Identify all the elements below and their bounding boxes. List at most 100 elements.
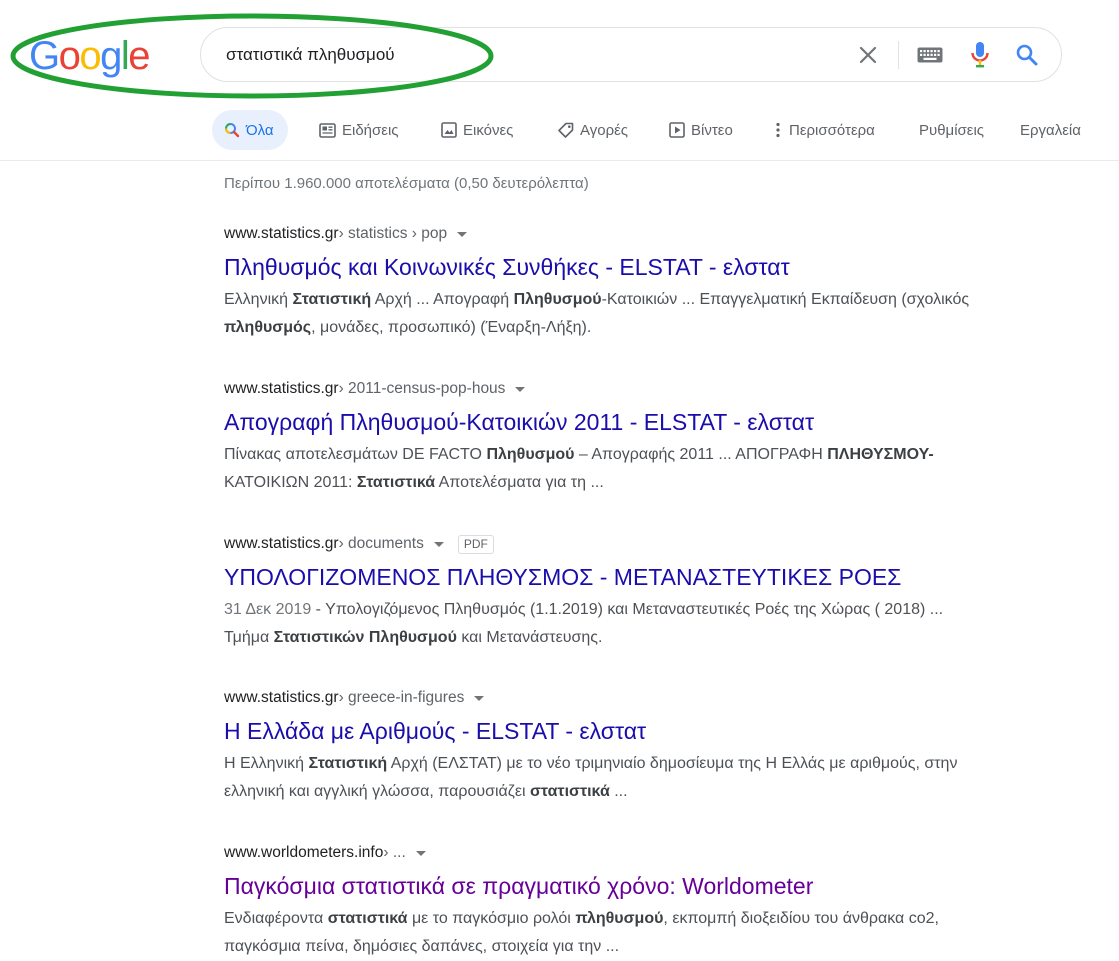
result-domain: www.worldometers.info xyxy=(224,844,384,861)
search-tabs: Όλα Ειδήσεις Εικόνες Αγορές Βίντεο Περισ… xyxy=(212,110,1112,150)
result-domain: www.statistics.gr xyxy=(224,689,339,706)
snippet-bold: πληθυσμού xyxy=(575,910,664,927)
result-domain: www.statistics.gr xyxy=(224,225,339,242)
newspaper-icon xyxy=(319,122,336,138)
result-snippet: 31 Δεκ 2019 - Υπολογιζόμενος Πληθυσμός (… xyxy=(224,596,984,652)
result-path: › 2011-census-pop-hous xyxy=(338,380,506,397)
tab-all[interactable]: Όλα xyxy=(212,110,288,150)
chevron-down-icon[interactable] xyxy=(474,695,485,701)
result-domain: www.statistics.gr xyxy=(224,535,339,552)
result-title[interactable]: Πληθυσμός και Κοινωνικές Συνθήκες - ELST… xyxy=(224,252,984,282)
more-vert-icon xyxy=(776,122,780,138)
snippet-bold: ΠΛΗΘΥΣΜΟΥ- xyxy=(827,446,934,463)
result-title[interactable]: Απογραφή Πληθυσμού-Κατοικιών 2011 - ELST… xyxy=(224,407,984,437)
snippet-text: Αρχή ... Απογραφή xyxy=(371,291,514,308)
result-url[interactable]: www.statistics.gr › 2011-census-pop-hous xyxy=(224,377,984,401)
tag-icon xyxy=(558,122,574,138)
result-url[interactable]: www.statistics.gr › greece-in-figures xyxy=(224,686,984,710)
logo-letter: G xyxy=(29,34,60,78)
result-title[interactable]: Η Ελλάδα με Αριθμούς - ELSTAT - ελστατ xyxy=(224,716,984,746)
logo-letter: o xyxy=(79,34,101,78)
search-icon xyxy=(1016,44,1038,65)
search-result: www.worldometers.info › ... Παγκόσμια στ… xyxy=(224,841,984,961)
snippet-bold: Στατιστικών Πληθυσμού xyxy=(273,629,457,646)
result-title[interactable]: Παγκόσμια στατιστικά σε πραγματικό χρόνο… xyxy=(224,871,984,901)
result-domain: www.statistics.gr xyxy=(224,380,339,397)
tab-news[interactable]: Ειδήσεις xyxy=(319,110,399,150)
snippet-text: , μονάδες, προσωπικό) (Έναρξη-Λήξη). xyxy=(311,319,592,336)
tab-videos[interactable]: Βίντεο xyxy=(669,110,733,150)
result-stats: Περίπου 1.960.000 αποτελέσματα (0,50 δευ… xyxy=(224,175,589,192)
google-logo[interactable]: Google xyxy=(29,34,150,78)
pdf-badge: PDF xyxy=(457,534,494,554)
image-icon xyxy=(441,122,457,138)
logo-letter: e xyxy=(128,34,150,78)
snippet-text: Η Ελληνική xyxy=(224,755,309,772)
snippet-bold: πληθυσμός xyxy=(224,319,312,336)
mic-icon xyxy=(971,41,989,67)
result-url[interactable]: www.statistics.gr › statistics › pop xyxy=(224,222,984,246)
snippet-bold: Στατιστική xyxy=(292,291,372,308)
snippet-text: ΚΑΤΟΙΚΙΩΝ 2011: xyxy=(224,474,357,491)
result-title[interactable]: ΥΠΟΛΟΓΙΖΟΜΕΝΟΣ ΠΛΗΘΥΣΜΟΣ - ΜΕΤΑΝΑΣΤΕΥΤΙΚ… xyxy=(224,562,984,592)
tab-label: Βίντεο xyxy=(691,121,733,139)
snippet-text: Αποτελέσματα για τη ... xyxy=(435,474,604,491)
result-path: › greece-in-figures xyxy=(338,689,465,706)
tab-tools[interactable]: Εργαλεία xyxy=(1020,110,1081,150)
tab-more[interactable]: Περισσότερα xyxy=(775,110,875,150)
snippet-bold: Πληθυσμού xyxy=(513,291,602,308)
search-box xyxy=(200,27,1062,82)
snippet-bold: στατιστικά xyxy=(529,783,610,800)
snippet-text: και Μετανάστευσης. xyxy=(456,629,603,646)
searchbox-divider xyxy=(898,41,899,69)
tab-label: Εικόνες xyxy=(463,121,514,139)
snippet-text: Πίνακας αποτελεσμάτων DE FACTO xyxy=(224,446,487,463)
search-result: www.statistics.gr › statistics › pop Πλη… xyxy=(224,222,984,342)
chevron-down-icon[interactable] xyxy=(415,850,426,856)
keyboard-icon xyxy=(917,47,943,62)
play-icon xyxy=(669,122,685,138)
tab-label: Ρυθμίσεις xyxy=(919,121,985,139)
snippet-bold: Στατιστική xyxy=(308,755,388,772)
voice-search-button[interactable] xyxy=(958,28,1002,81)
tab-images[interactable]: Εικόνες xyxy=(441,110,513,150)
result-date: 31 Δεκ 2019 xyxy=(224,601,312,618)
result-snippet: Ελληνική Στατιστική Αρχή ... Απογραφή Πλ… xyxy=(224,286,984,342)
logo-letter: l xyxy=(120,34,130,78)
snippet-text: ... xyxy=(609,783,628,800)
snippet-text: Ελληνική xyxy=(224,291,293,308)
search-button[interactable] xyxy=(1005,28,1049,81)
chevron-down-icon[interactable] xyxy=(433,541,444,547)
result-url[interactable]: www.statistics.gr › documents PDF xyxy=(224,532,984,556)
search-header: Google στατιστικά πληθυσμού Όλα Ειδήσεις… xyxy=(0,0,1119,161)
tab-shopping[interactable]: Αγορές xyxy=(557,110,628,150)
tab-label: Εργαλεία xyxy=(1020,121,1081,139)
snippet-text: Ενδιαφέροντα xyxy=(224,910,328,927)
result-url[interactable]: www.worldometers.info › ... xyxy=(224,841,984,865)
tab-label: Αγορές xyxy=(580,121,629,139)
keyboard-button[interactable] xyxy=(908,28,952,81)
result-snippet: Η Ελληνική Στατιστική Αρχή (ΕΛΣΤΑΤ) με τ… xyxy=(224,750,984,806)
snippet-bold: στατιστικά xyxy=(327,910,408,927)
clear-search-button[interactable] xyxy=(846,28,890,81)
search-result: www.statistics.gr › documents PDF ΥΠΟΛΟΓΙ… xyxy=(224,532,984,652)
tab-label: Περισσότερα xyxy=(789,121,875,139)
tab-label: Όλα xyxy=(246,121,274,139)
snippet-text: -Κατοικιών ... Επαγγελματική Εκπαίδευση … xyxy=(601,291,970,308)
chevron-down-icon[interactable] xyxy=(457,231,468,237)
logo-letter: o xyxy=(58,34,81,78)
result-path: › statistics › pop xyxy=(338,225,448,242)
snippet-bold: Πληθυσμού xyxy=(486,446,575,463)
tab-settings[interactable]: Ρυθμίσεις xyxy=(919,110,984,150)
snippet-text: – Απογραφής 2011 ... ΑΠΟΓΡΑΦΗ xyxy=(574,446,828,463)
chevron-down-icon[interactable] xyxy=(515,386,526,392)
search-result: www.statistics.gr › greece-in-figures Η … xyxy=(224,686,984,806)
search-input[interactable] xyxy=(226,38,806,72)
close-icon xyxy=(859,46,877,63)
result-snippet: Ενδιαφέροντα στατιστικά με το παγκόσμιο … xyxy=(224,905,984,961)
result-path: › documents xyxy=(338,535,424,552)
tab-label: Ειδήσεις xyxy=(342,121,399,139)
search-icon xyxy=(225,123,240,138)
logo-letter: g xyxy=(100,34,122,78)
snippet-bold: Στατιστικά xyxy=(356,474,436,491)
